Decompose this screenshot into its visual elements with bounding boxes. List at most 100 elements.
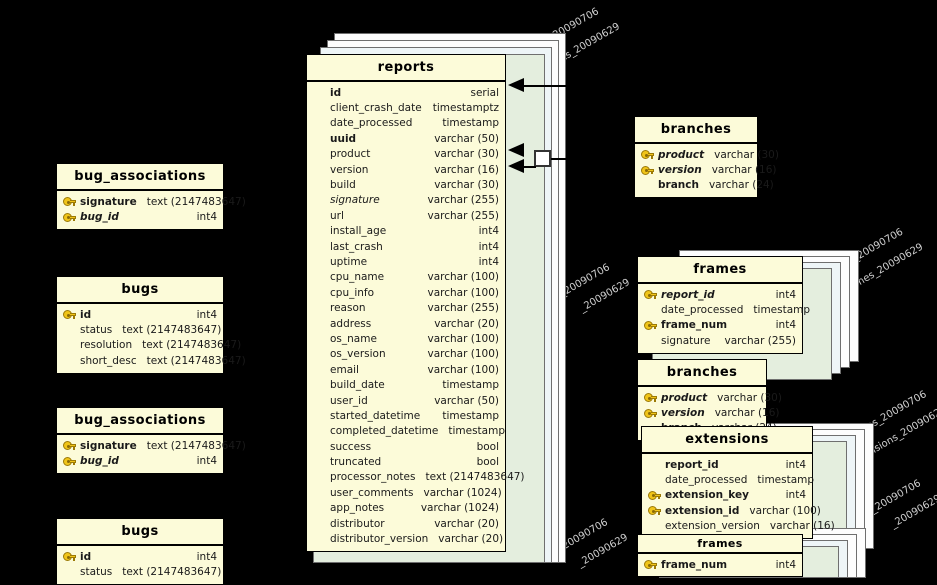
field-name: signature bbox=[80, 195, 137, 208]
field-name: user_id bbox=[330, 394, 368, 407]
field-name: email bbox=[330, 363, 359, 376]
field-name: user_comments bbox=[330, 486, 414, 499]
field-type: bool bbox=[476, 440, 499, 453]
relationship-arrow-id bbox=[508, 78, 524, 92]
table-row: short_desc text (2147483647) bbox=[57, 353, 246, 368]
key-cell bbox=[644, 393, 661, 403]
key-cell bbox=[648, 490, 665, 500]
table-frames-2[interactable]: frames frame_num int4 bbox=[637, 534, 803, 578]
field-type: varchar (1024) bbox=[423, 486, 502, 499]
field-type: varchar (16) bbox=[769, 520, 835, 533]
field-type: varchar (255) bbox=[427, 209, 500, 222]
table-row: uuid varchar (50) bbox=[307, 131, 505, 146]
key-cell bbox=[644, 320, 661, 330]
table-fields-frames-2: frame_num int4 bbox=[638, 554, 802, 576]
primary-key-icon bbox=[63, 212, 76, 222]
field-type: varchar (100) bbox=[427, 286, 500, 299]
table-frames[interactable]: frames report_id int4 date_processed timest… bbox=[637, 256, 810, 354]
table-bug-associations-top[interactable]: bug_associations signature text (21474836… bbox=[56, 163, 246, 230]
field-type: varchar (30) bbox=[434, 148, 499, 161]
table-row: url varchar (255) bbox=[307, 208, 505, 223]
field-name: date_processed bbox=[665, 474, 748, 487]
table-fields-bugs-top: id int4 status text (2147483647) resolution t… bbox=[57, 304, 246, 373]
field-name: os_name bbox=[330, 332, 377, 345]
field-name: version bbox=[330, 163, 369, 176]
field-type: varchar (20) bbox=[434, 317, 499, 330]
table-row: id int4 bbox=[57, 307, 223, 322]
table-row: user_id varchar (50) bbox=[307, 393, 505, 408]
field-type: int4 bbox=[775, 319, 796, 332]
field-type: int4 bbox=[196, 455, 217, 468]
table-bug-associations-bottom[interactable]: bug_associations signature text (21474836… bbox=[56, 407, 246, 474]
relationship-arrow-version bbox=[508, 159, 524, 173]
key-cell bbox=[63, 552, 80, 562]
relationship-line-vertical-1 bbox=[580, 85, 582, 160]
table-row: signature text (2147483647) bbox=[57, 438, 246, 453]
table-row: cpu_info varchar (100) bbox=[307, 285, 505, 300]
table-row: extension_version varchar (16) bbox=[642, 519, 835, 534]
field-type: int4 bbox=[196, 550, 217, 563]
relationship-junction-box bbox=[534, 150, 551, 167]
table-fields-bugs-bottom: id int4 status text (2147483647) bbox=[57, 546, 223, 584]
field-name: resolution bbox=[80, 339, 133, 352]
table-header-frames: frames bbox=[638, 257, 802, 284]
field-name: distributor_version bbox=[330, 533, 429, 546]
field-type: varchar (50) bbox=[434, 394, 499, 407]
schema-diagram-canvas: reports_20090706 reports_20090629 frames… bbox=[0, 0, 937, 585]
field-type: int4 bbox=[196, 211, 217, 224]
table-bugs-bottom[interactable]: bugs id int4 status text (2147483647) bbox=[56, 518, 224, 585]
field-type: timestamp bbox=[442, 117, 499, 130]
field-type: int4 bbox=[785, 489, 806, 502]
table-row: completed_datetime timestamp bbox=[307, 424, 505, 439]
table-row: processor_notes text (2147483647) bbox=[307, 470, 525, 485]
field-type: int4 bbox=[775, 288, 796, 301]
table-row: report_id int4 bbox=[638, 287, 802, 302]
relationship-arrow-product bbox=[508, 143, 524, 157]
field-name: processor_notes bbox=[330, 471, 416, 484]
table-row: extension_key int4 bbox=[642, 488, 812, 503]
field-type: varchar (100) bbox=[427, 332, 500, 345]
field-type: text (2147483647) bbox=[146, 195, 246, 208]
field-name: status bbox=[80, 566, 113, 579]
field-type: varchar (30) bbox=[434, 179, 499, 192]
table-bugs-top[interactable]: bugs id int4 status text (2147483647) resolu… bbox=[56, 276, 246, 374]
table-row: signature varchar (255) bbox=[638, 333, 802, 348]
table-row: resolution text (2147483647) bbox=[57, 338, 241, 353]
key-cell bbox=[63, 456, 80, 466]
table-fields-branches: product varchar (30) version varchar (16) br… bbox=[635, 144, 779, 197]
table-header-extensions: extensions bbox=[642, 427, 812, 454]
table-row: bug_id int4 bbox=[57, 209, 223, 224]
table-fields-bug-associations-top: signature text (2147483647) bug_id int4 bbox=[57, 191, 246, 229]
table-reports[interactable]: reports id serial client_crash_date timesta… bbox=[306, 54, 525, 552]
table-extensions[interactable]: extensions report_id int4 date_processed ti… bbox=[641, 426, 835, 539]
field-name: id bbox=[330, 86, 342, 99]
table-row: os_version varchar (100) bbox=[307, 347, 505, 362]
field-type: timestamp bbox=[442, 409, 499, 422]
table-row: date_processed timestamp bbox=[642, 472, 814, 487]
field-name: cpu_name bbox=[330, 271, 385, 284]
table-row: id serial bbox=[307, 85, 505, 100]
table-branches[interactable]: branches product varchar (30) version varch… bbox=[634, 116, 779, 199]
table-row: bug_id int4 bbox=[57, 453, 223, 468]
table-row: success bool bbox=[307, 439, 505, 454]
table-header-bug-associations-top: bug_associations bbox=[57, 164, 223, 191]
table-row: product varchar (30) bbox=[307, 147, 505, 162]
table-row: branch varchar (24) bbox=[635, 178, 774, 193]
field-type: varchar (100) bbox=[749, 504, 821, 517]
table-row: distributor varchar (20) bbox=[307, 516, 505, 531]
field-name: client_crash_date bbox=[330, 102, 422, 115]
field-type: int4 bbox=[478, 255, 499, 268]
primary-key-icon bbox=[63, 552, 76, 562]
table-row: report_id int4 bbox=[642, 457, 812, 472]
key-cell bbox=[644, 408, 661, 418]
table-row: truncated bool bbox=[307, 454, 505, 469]
field-type: varchar (30) bbox=[714, 148, 779, 161]
field-name: last_crash bbox=[330, 240, 383, 253]
field-name: product bbox=[661, 391, 708, 404]
field-name: id bbox=[80, 308, 92, 321]
field-name: build bbox=[330, 179, 356, 192]
field-type: bool bbox=[476, 456, 499, 469]
primary-key-icon bbox=[641, 150, 654, 160]
key-cell bbox=[648, 506, 665, 516]
field-type: varchar (16) bbox=[434, 163, 499, 176]
